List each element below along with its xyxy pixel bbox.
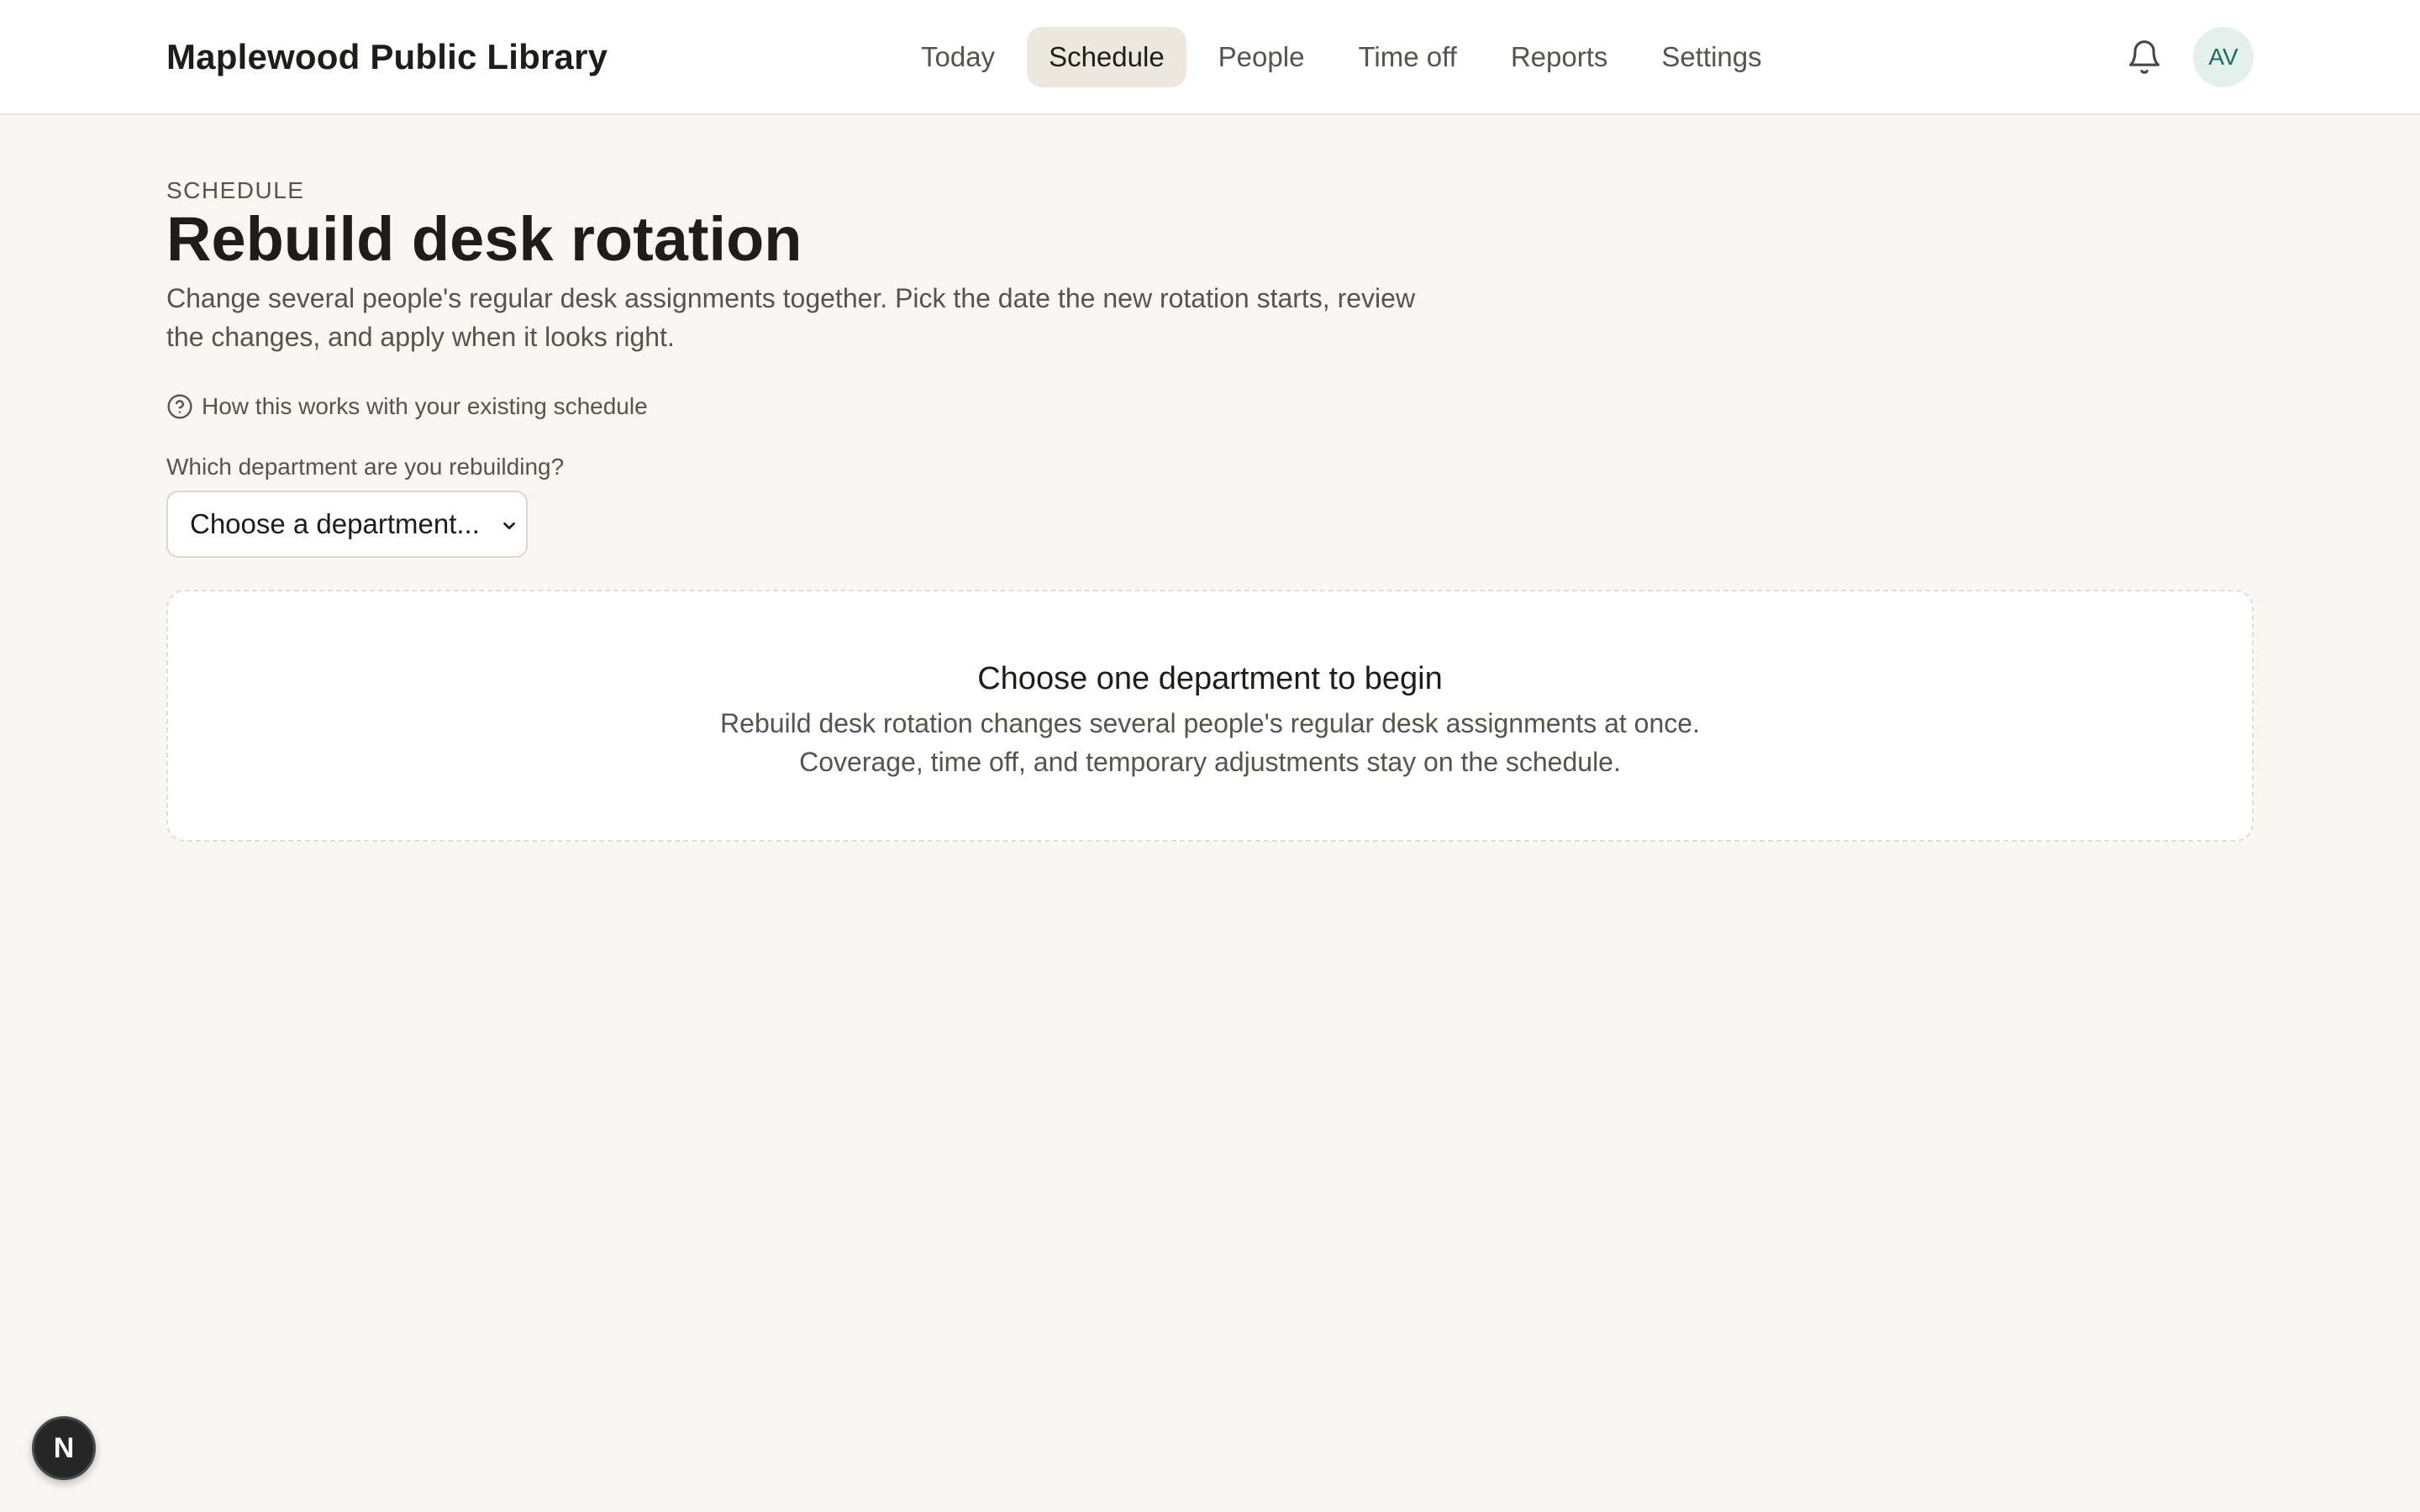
nav-item-reports[interactable]: Reports [1489, 27, 1630, 87]
page-title: Rebuild desk rotation [166, 204, 802, 274]
empty-state-card: Choose one department to begin Rebuild d… [166, 590, 2254, 842]
empty-state-text: Rebuild desk rotation changes several pe… [720, 708, 1700, 777]
help-link[interactable]: How this works with your existing schedu… [166, 391, 648, 422]
nav-item-time-off[interactable]: Time off [1336, 27, 1478, 87]
notifications-button[interactable] [2121, 34, 2168, 81]
top-header: Maplewood Public Library Today Schedule … [0, 0, 2420, 115]
brand-title[interactable]: Maplewood Public Library [166, 34, 608, 81]
question-circle-icon [167, 394, 192, 419]
main-nav: Today Schedule People Time off Reports S… [899, 27, 1794, 87]
dev-tools-badge[interactable]: N [32, 1416, 96, 1480]
help-link-label: How this works with your existing schedu… [202, 393, 648, 419]
page-description: Change several people's regular desk ass… [166, 283, 1416, 352]
department-select-value: Choose a department... [190, 508, 480, 539]
empty-state-title: Choose one department to begin [977, 661, 1443, 696]
user-avatar[interactable]: AV [2193, 27, 2254, 87]
nav-item-settings[interactable]: Settings [1639, 27, 1783, 87]
nav-item-people[interactable]: People [1197, 27, 1327, 87]
chevron-down-icon [503, 522, 515, 530]
page-eyebrow: SCHEDULE [166, 177, 305, 203]
department-select[interactable]: Choose a department... [166, 491, 528, 558]
nav-item-today[interactable]: Today [899, 27, 1017, 87]
bell-icon [2128, 40, 2160, 74]
department-select-label: Which department are you rebuilding? [166, 454, 565, 480]
nav-item-schedule[interactable]: Schedule [1027, 27, 1186, 87]
